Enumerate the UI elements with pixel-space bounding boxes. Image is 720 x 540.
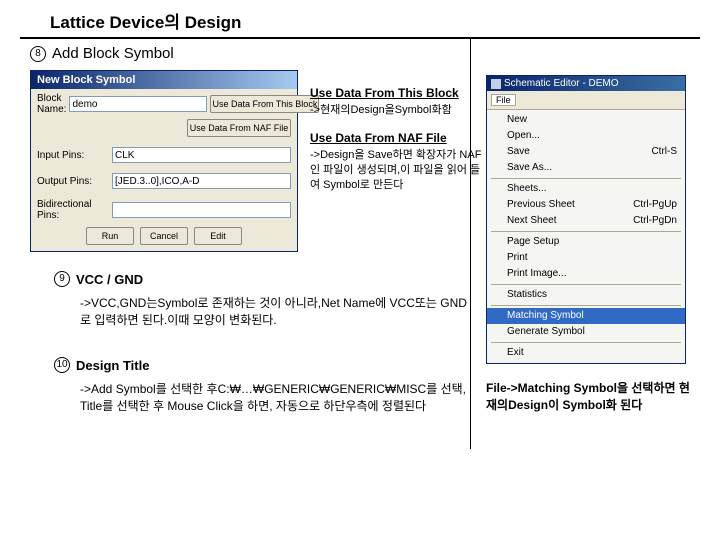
step-8-heading: 8 Add Block Symbol [30, 45, 460, 62]
menu-title: Schematic Editor - DEMO [487, 76, 685, 91]
menu-item[interactable]: Save As... [487, 160, 685, 176]
menu-item[interactable]: Statistics [487, 287, 685, 303]
edit-button[interactable]: Edit [194, 227, 242, 245]
menu-item[interactable]: Generate Symbol [487, 324, 685, 340]
step-9: 9 VCC / GND ->VCC,GND는Symbol로 존재하는 것이 아니… [54, 271, 474, 329]
step-10-number: 10 [54, 357, 70, 373]
menu-item[interactable]: SaveCtrl-S [487, 144, 685, 160]
block-name-label: Block Name: [37, 93, 66, 115]
output-pins-input[interactable] [112, 173, 291, 189]
side-h2: Use Data From NAF File [310, 130, 490, 146]
step-10-desc: ->Add Symbol를 선택한 후C:₩…₩GENERIC₩GENERIC₩… [80, 381, 474, 415]
new-block-symbol-dialog: New Block Symbol Block Name: Use Data Fr… [30, 70, 298, 252]
menu-item[interactable]: Exit [487, 345, 685, 361]
menu-item[interactable]: Previous SheetCtrl-PgUp [487, 197, 685, 213]
schematic-editor-menu: Schematic Editor - DEMO File NewOpen...S… [486, 75, 686, 364]
bidir-pins-label: Bidirectional Pins: [37, 199, 109, 221]
step-8-number: 8 [30, 46, 46, 62]
right-note: File->Matching Symbol을 선택하면 현재의Design이 S… [486, 380, 696, 415]
cancel-button[interactable]: Cancel [140, 227, 188, 245]
run-button[interactable]: Run [86, 227, 134, 245]
step-8-label: Add Block Symbol [52, 45, 174, 62]
input-pins-input[interactable] [112, 147, 291, 163]
side-explanation: Use Data From This Block ->현재의Design을Sym… [310, 85, 490, 205]
step-10: 10 Design Title ->Add Symbol를 선택한 후C:₩…₩… [54, 357, 474, 415]
file-menu-tab[interactable]: File [491, 94, 516, 106]
side-d2: ->Design을 Save하면 확장자가 NAF인 파일이 생성되며,이 파일… [310, 148, 490, 193]
menu-item[interactable]: Print [487, 250, 685, 266]
menu-item[interactable]: Next SheetCtrl-PgDn [487, 213, 685, 229]
input-pins-label: Input Pins: [37, 150, 109, 161]
bidir-pins-input[interactable] [112, 202, 291, 218]
menu-item[interactable]: New [487, 112, 685, 128]
use-data-naf-button[interactable]: Use Data From NAF File [187, 119, 291, 137]
step-9-label: VCC / GND [76, 272, 143, 287]
menu-item[interactable]: Page Setup [487, 234, 685, 250]
output-pins-label: Output Pins: [37, 176, 109, 187]
step-9-desc: ->VCC,GND는Symbol로 존재하는 것이 아니라,Net Name에 … [80, 295, 474, 329]
step-9-number: 9 [54, 271, 70, 287]
menu-item[interactable]: Sheets... [487, 181, 685, 197]
use-data-block-button[interactable]: Use Data From This Block [210, 95, 319, 113]
step-10-label: Design Title [76, 358, 149, 373]
menu-item[interactable]: Matching Symbol [487, 308, 685, 324]
menu-item[interactable]: Open... [487, 128, 685, 144]
menu-item[interactable]: Print Image... [487, 266, 685, 282]
app-icon [491, 79, 501, 89]
side-h1: Use Data From This Block [310, 85, 490, 101]
dialog-title: New Block Symbol [31, 71, 297, 89]
file-menu-dropdown: NewOpen...SaveCtrl-SSave As...Sheets...P… [487, 110, 685, 363]
page-title: Lattice Device의 Design [20, 0, 700, 39]
block-name-input[interactable] [69, 96, 207, 112]
menu-title-text: Schematic Editor - DEMO [504, 78, 618, 89]
side-d1: ->현재의Design을Symbol화함 [310, 103, 490, 118]
menu-bar: File [487, 91, 685, 110]
